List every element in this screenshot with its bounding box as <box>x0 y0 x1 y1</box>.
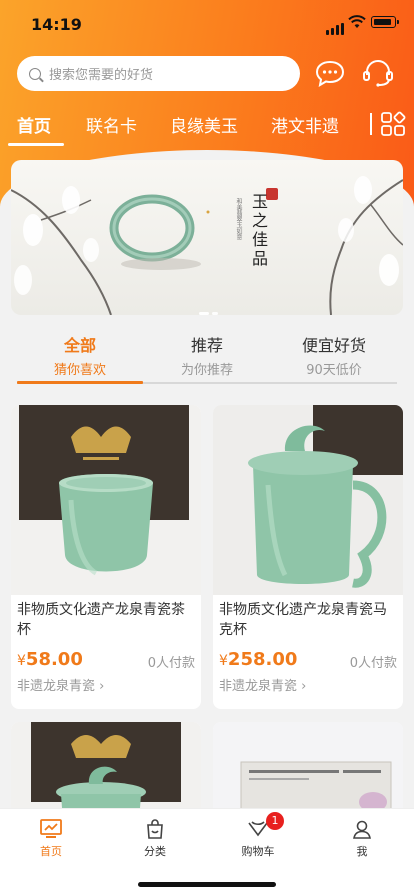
product-price-value: 58.00 <box>25 649 83 670</box>
product-shop-name: 非遗龙泉青瓷 <box>219 679 298 694</box>
user-icon <box>353 820 371 839</box>
battery-icon <box>371 16 399 28</box>
product-shop-link[interactable]: 非遗龙泉青瓷 › <box>11 675 201 694</box>
banner-pagination <box>199 300 221 315</box>
category-tab-recommend[interactable]: 推荐 为你推荐 <box>152 332 262 378</box>
tab-home[interactable]: 首页 <box>17 112 51 137</box>
banner-image <box>11 176 403 315</box>
promo-banner[interactable]: 玉之佳品 和美翡翠玉如意 <box>11 160 403 315</box>
tab-heritage[interactable]: 港文非遗 <box>271 112 339 137</box>
search-bar[interactable]: 搜索您需要的好货 <box>17 56 300 91</box>
category-tab-sublabel: 猜你喜欢 <box>53 363 106 378</box>
product-title: 非物质文化遗产龙泉青瓷茶杯 <box>17 602 185 638</box>
product-image <box>11 722 201 822</box>
product-price-value: 258.00 <box>227 649 298 670</box>
tabbar-category-label: 分类 <box>144 845 166 858</box>
tab-underline <box>8 143 64 146</box>
tab-co-branded-card[interactable]: 联名卡 <box>86 112 137 137</box>
product-paid-count: 0人付款 <box>147 656 195 671</box>
message-icon[interactable] <box>315 60 345 87</box>
category-tab-all[interactable]: 全部 猜你喜欢 <box>25 332 135 378</box>
category-tab-sublabel: 90天低价 <box>306 363 362 378</box>
product-card[interactable] <box>11 722 201 822</box>
home-icon <box>40 819 62 838</box>
tabbar-me-label: 我 <box>356 845 368 858</box>
top-tabs: 首页 联名卡 良缘美玉 港文非遗 <box>0 108 414 148</box>
category-tabs: 全部 猜你喜欢 推荐 为你推荐 便宜好货 90天低价 <box>0 330 414 384</box>
cart-badge: 1 <box>266 812 284 830</box>
tabbar-home-label: 首页 <box>40 845 62 858</box>
tab-jade[interactable]: 良缘美玉 <box>170 112 238 137</box>
product-image <box>11 405 201 595</box>
category-grid-icon[interactable] <box>380 111 406 137</box>
status-time: 14:19 <box>31 15 82 34</box>
product-card[interactable]: 非物质文化遗产龙泉青瓷茶杯 ¥58.00 0人付款 非遗龙泉青瓷 › <box>11 405 201 709</box>
category-tab-sublabel: 为你推荐 <box>180 363 233 378</box>
home-indicator <box>138 882 276 887</box>
category-tab-indicator <box>17 381 143 384</box>
bag-icon <box>147 819 163 839</box>
product-card[interactable] <box>213 722 403 822</box>
product-price-currency: ¥ <box>17 653 26 669</box>
banner-subtitle: 和美翡翠玉如意 <box>235 198 242 240</box>
status-bar: 14:19 <box>0 0 414 48</box>
signal-icon <box>326 16 346 35</box>
tab-divider <box>370 113 372 135</box>
chevron-right-icon: › <box>301 679 307 694</box>
product-image <box>213 722 403 822</box>
search-icon <box>29 67 41 80</box>
product-shop-name: 非遗龙泉青瓷 <box>17 679 96 694</box>
product-card[interactable]: 非物质文化遗产龙泉青瓷马克杯 ¥258.00 0人付款 非遗龙泉青瓷 › <box>213 405 403 709</box>
category-tab-label: 推荐 <box>190 336 223 355</box>
chevron-right-icon: › <box>99 679 105 694</box>
product-price-currency: ¥ <box>219 653 228 669</box>
product-shop-link[interactable]: 非遗龙泉青瓷 › <box>213 675 403 694</box>
search-placeholder: 搜索您需要的好货 <box>49 68 154 83</box>
product-paid-count: 0人付款 <box>349 656 397 671</box>
tabbar-me[interactable]: 我 <box>332 819 392 859</box>
tabbar-home[interactable]: 首页 <box>21 819 81 859</box>
tabbar-category[interactable]: 分类 <box>125 819 185 859</box>
product-price: ¥258.00 <box>219 649 297 670</box>
category-tab-label: 便宜好货 <box>301 336 366 355</box>
tabbar-cart-label: 购物车 <box>241 845 275 858</box>
product-title: 非物质文化遗产龙泉青瓷马克杯 <box>219 602 387 638</box>
wifi-icon <box>348 15 366 28</box>
customer-service-icon[interactable] <box>362 58 394 88</box>
category-tab-bargain[interactable]: 便宜好货 90天低价 <box>279 332 389 378</box>
product-image <box>213 405 403 595</box>
category-tab-label: 全部 <box>63 336 96 355</box>
product-price: ¥58.00 <box>17 649 83 670</box>
banner-title: 玉之佳品 <box>249 193 268 269</box>
